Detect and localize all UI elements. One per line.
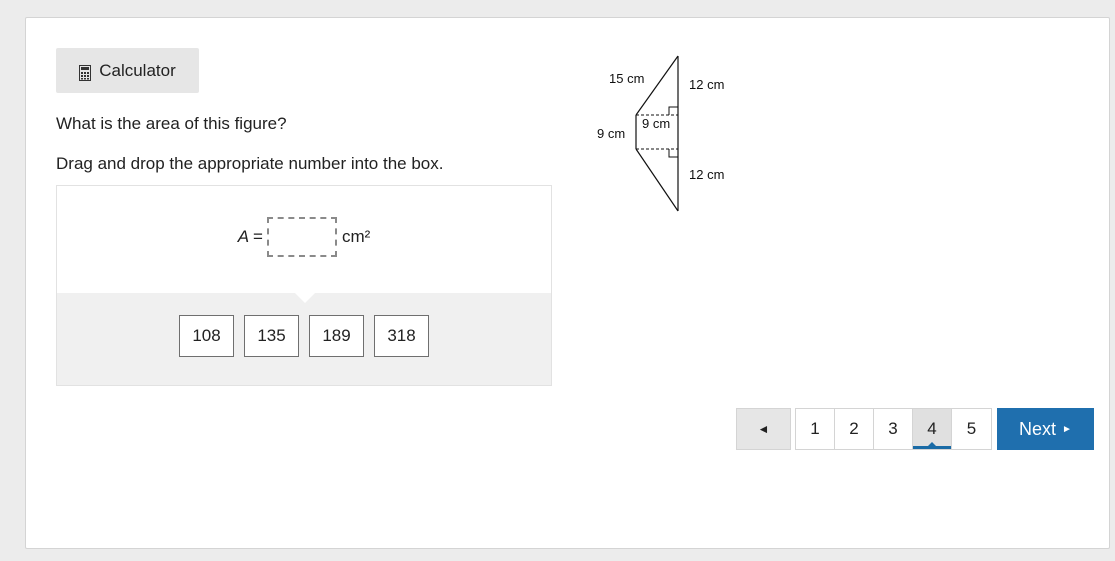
choice-tile[interactable]: 135 — [244, 315, 299, 357]
unit-label: cm² — [341, 227, 371, 246]
question-prompt: What is the area of this figure? — [56, 114, 287, 133]
label-middle-height: 9 cm — [642, 116, 670, 131]
label-top-segment: 12 cm — [689, 77, 724, 92]
page-list: 1 2 3 4 5 — [795, 408, 992, 450]
page-button-5[interactable]: 5 — [952, 409, 991, 449]
triangle-right-icon: ► — [1062, 423, 1072, 435]
next-label: Next — [1019, 418, 1057, 439]
choice-tile[interactable]: 318 — [374, 315, 429, 357]
equation-panel: A = cm² — [57, 186, 551, 293]
page-button-1[interactable]: 1 — [796, 409, 835, 449]
calculator-icon — [79, 64, 92, 81]
area-variable: A — [237, 227, 250, 246]
previous-button[interactable]: ◄ — [736, 408, 791, 450]
question-card: Calculator What is the area of this figu… — [25, 17, 1110, 549]
triangle-left-icon: ◄ — [757, 422, 770, 436]
right-angle-upper — [668, 106, 678, 115]
question-instruction: Drag and drop the appropriate number int… — [56, 154, 444, 173]
trapezoid-figure: 15 cm 12 cm 9 cm 9 cm 12 cm — [594, 54, 744, 219]
label-bottom-segment: 12 cm — [689, 167, 724, 182]
drag-drop-area: A = cm² 108 135 189 318 — [56, 185, 552, 386]
next-button[interactable]: Next ► — [997, 408, 1094, 450]
choice-tile[interactable]: 108 — [179, 315, 234, 357]
page-button-4[interactable]: 4 — [913, 409, 952, 449]
page-button-2[interactable]: 2 — [835, 409, 874, 449]
choice-tiles: 108 135 189 318 — [57, 315, 551, 357]
outline-lower-slant — [635, 148, 679, 212]
label-slant-side: 15 cm — [609, 71, 644, 86]
page-button-3[interactable]: 3 — [874, 409, 913, 449]
equals-sign: = — [253, 227, 263, 246]
tray-notch — [294, 292, 316, 303]
choices-tray: 108 135 189 318 — [57, 292, 551, 385]
pagination: ◄ 1 2 3 4 5 Next ► — [736, 408, 1094, 450]
label-left-side: 9 cm — [597, 126, 625, 141]
right-angle-lower — [668, 149, 678, 158]
answer-drop-box[interactable] — [266, 217, 337, 257]
calculator-button[interactable]: Calculator — [56, 48, 199, 93]
calculator-label: Calculator — [99, 60, 176, 80]
choice-tile[interactable]: 189 — [309, 315, 364, 357]
equation: A = cm² — [57, 216, 551, 258]
